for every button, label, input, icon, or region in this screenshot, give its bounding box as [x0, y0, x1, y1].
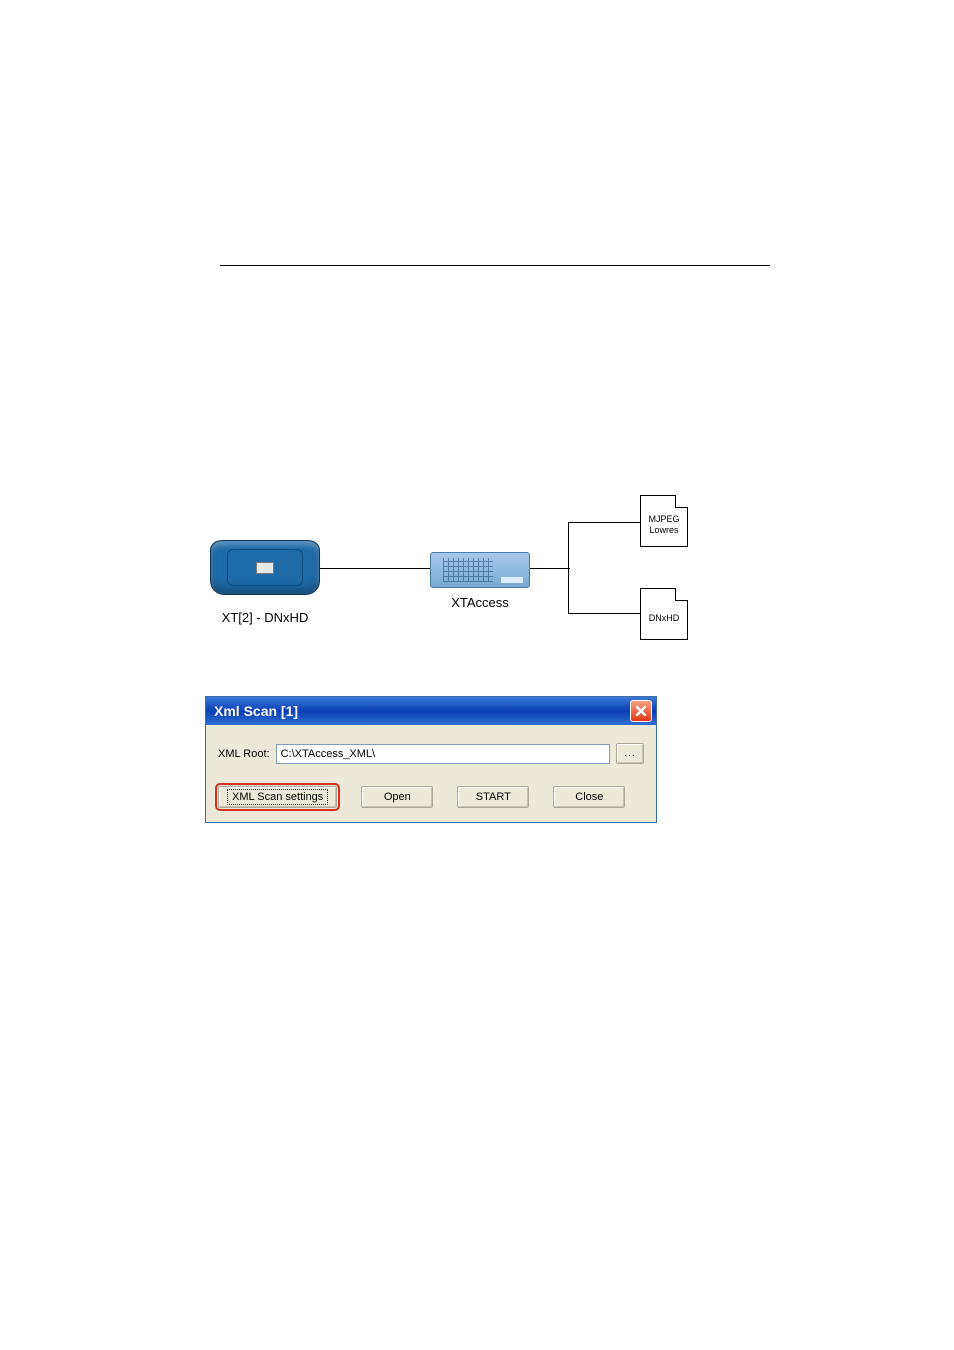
- xml-root-label: XML Root:: [218, 748, 270, 760]
- file-icon: MJPEG Lowres: [640, 495, 688, 547]
- xml-scan-settings-button[interactable]: XML Scan settings: [218, 786, 337, 808]
- open-button[interactable]: Open: [361, 786, 433, 808]
- start-button[interactable]: START: [457, 786, 529, 808]
- button-label: XML Scan settings: [227, 789, 328, 805]
- xt2-label: XT[2] - DNxHD: [200, 610, 330, 625]
- workflow-diagram: XT[2] - DNxHD XTAccess MJPEG Lowres DNxH…: [190, 480, 730, 630]
- connector-line: [530, 568, 570, 569]
- connector-line: [568, 522, 640, 523]
- file-label: Lowres: [649, 525, 678, 535]
- connector-line: [568, 613, 640, 614]
- dialog-title: Xml Scan [1]: [214, 703, 298, 719]
- horizontal-rule: [220, 265, 770, 266]
- file-label: DNxHD: [649, 613, 680, 623]
- button-label: Close: [575, 791, 603, 803]
- button-label: START: [476, 791, 511, 803]
- browse-button-label: ...: [624, 748, 635, 759]
- close-icon[interactable]: [630, 700, 652, 722]
- dialog-titlebar[interactable]: Xml Scan [1]: [206, 697, 656, 725]
- connector-line: [568, 522, 569, 614]
- xt2-device: [210, 540, 320, 600]
- connector-line: [320, 568, 430, 569]
- close-button[interactable]: Close: [553, 786, 625, 808]
- file-icon: DNxHD: [640, 588, 688, 640]
- button-label: Open: [384, 791, 411, 803]
- browse-button[interactable]: ...: [616, 743, 644, 764]
- xml-root-input[interactable]: [276, 744, 610, 764]
- xml-scan-dialog: Xml Scan [1] XML Root: ... XML Scan sett…: [205, 696, 657, 823]
- xtaccess-label: XTAccess: [435, 595, 525, 610]
- xtaccess-device: [430, 552, 530, 588]
- file-label: MJPEG: [648, 514, 679, 524]
